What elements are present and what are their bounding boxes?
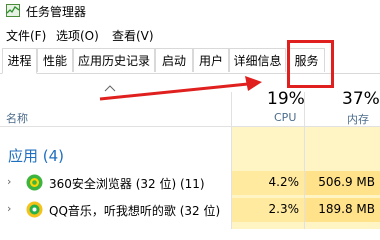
- header-divider: [0, 126, 380, 127]
- group-title-apps[interactable]: 应用 (4): [8, 145, 64, 166]
- process-cpu: 4.2%: [268, 175, 300, 189]
- process-memory: 506.9 MB: [318, 175, 375, 189]
- memory-total-percent: 37%: [342, 89, 380, 109]
- 360-browser-icon: [26, 174, 43, 191]
- sort-ascending-icon[interactable]: [104, 84, 116, 92]
- process-row[interactable]: › 360安全浏览器 (32 位) (11) 4.2% 506.9 MB: [0, 171, 380, 195]
- memory-column-header[interactable]: 内存: [347, 111, 369, 127]
- process-name: QQ音乐，听我想听的歌 (32 位): [49, 204, 221, 218]
- expand-chevron-icon[interactable]: ›: [7, 175, 11, 188]
- name-column-header[interactable]: 名称: [6, 110, 28, 126]
- cpu-column-header[interactable]: CPU: [274, 111, 296, 124]
- qq-music-icon: [26, 201, 43, 218]
- process-name: 360安全浏览器 (32 位) (11): [49, 177, 205, 191]
- process-row[interactable]: › QQ音乐，听我想听的歌 (32 位) 2.3% 189.8 MB: [0, 198, 380, 222]
- expand-chevron-icon[interactable]: ›: [7, 202, 11, 215]
- process-cpu: 2.3%: [268, 202, 300, 216]
- process-memory: 189.8 MB: [318, 202, 375, 216]
- cpu-total-percent: 19%: [267, 89, 305, 109]
